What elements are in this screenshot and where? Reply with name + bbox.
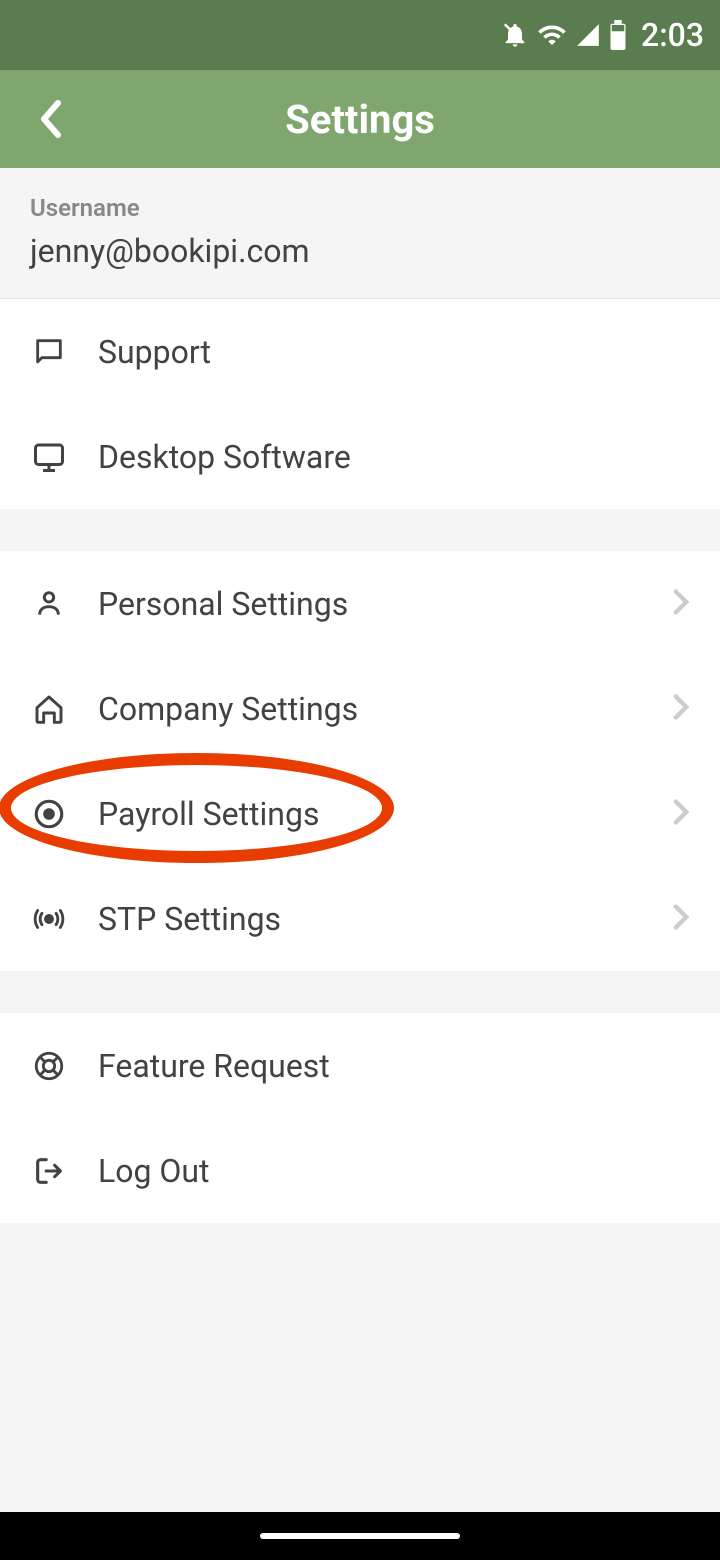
- support-item[interactable]: Support: [0, 299, 720, 404]
- logout-item[interactable]: Log Out: [0, 1118, 720, 1223]
- signal-icon: [575, 22, 601, 48]
- status-time: 2:03: [641, 16, 704, 54]
- chat-icon: [28, 331, 70, 373]
- chevron-right-icon: [672, 903, 690, 935]
- support-label: Support: [98, 333, 690, 371]
- chevron-right-icon: [672, 798, 690, 830]
- username-label: Username: [30, 194, 690, 222]
- desktop-software-item[interactable]: Desktop Software: [0, 404, 720, 509]
- lifebuoy-icon: [28, 1045, 70, 1087]
- nav-handle[interactable]: [260, 1533, 460, 1539]
- company-settings-item[interactable]: Company Settings: [0, 656, 720, 761]
- section-gap: [0, 509, 720, 551]
- notification-off-icon: [501, 21, 529, 49]
- desktop-software-label: Desktop Software: [98, 438, 690, 476]
- feature-request-label: Feature Request: [98, 1047, 690, 1085]
- logout-label: Log Out: [98, 1152, 690, 1190]
- system-nav-bar: [0, 1512, 720, 1560]
- status-icons: 2:03: [501, 16, 704, 54]
- settings-group-1: Support Desktop Software: [0, 299, 720, 509]
- back-button[interactable]: [30, 99, 70, 139]
- chevron-right-icon: [672, 588, 690, 620]
- stp-settings-item[interactable]: STP Settings: [0, 866, 720, 971]
- broadcast-icon: [28, 898, 70, 940]
- settings-group-3: Feature Request Log Out: [0, 1013, 720, 1223]
- user-icon: [28, 583, 70, 625]
- page-title: Settings: [0, 96, 720, 143]
- target-icon: [28, 793, 70, 835]
- personal-settings-label: Personal Settings: [98, 585, 672, 623]
- payroll-settings-label: Payroll Settings: [98, 795, 672, 833]
- feature-request-item[interactable]: Feature Request: [0, 1013, 720, 1118]
- chevron-right-icon: [672, 693, 690, 725]
- logout-icon: [28, 1150, 70, 1192]
- status-bar: 2:03: [0, 0, 720, 70]
- company-settings-label: Company Settings: [98, 690, 672, 728]
- payroll-settings-item[interactable]: Payroll Settings: [0, 761, 720, 866]
- settings-group-2: Personal Settings Company Settings Payro…: [0, 551, 720, 971]
- battery-icon: [609, 20, 627, 50]
- header: Settings: [0, 70, 720, 168]
- personal-settings-item[interactable]: Personal Settings: [0, 551, 720, 656]
- stp-settings-label: STP Settings: [98, 900, 672, 938]
- wifi-icon: [537, 20, 567, 50]
- user-section: Username jenny@bookipi.com: [0, 168, 720, 299]
- home-icon: [28, 688, 70, 730]
- username-value: jenny@bookipi.com: [30, 232, 690, 270]
- section-gap: [0, 971, 720, 1013]
- monitor-icon: [28, 436, 70, 478]
